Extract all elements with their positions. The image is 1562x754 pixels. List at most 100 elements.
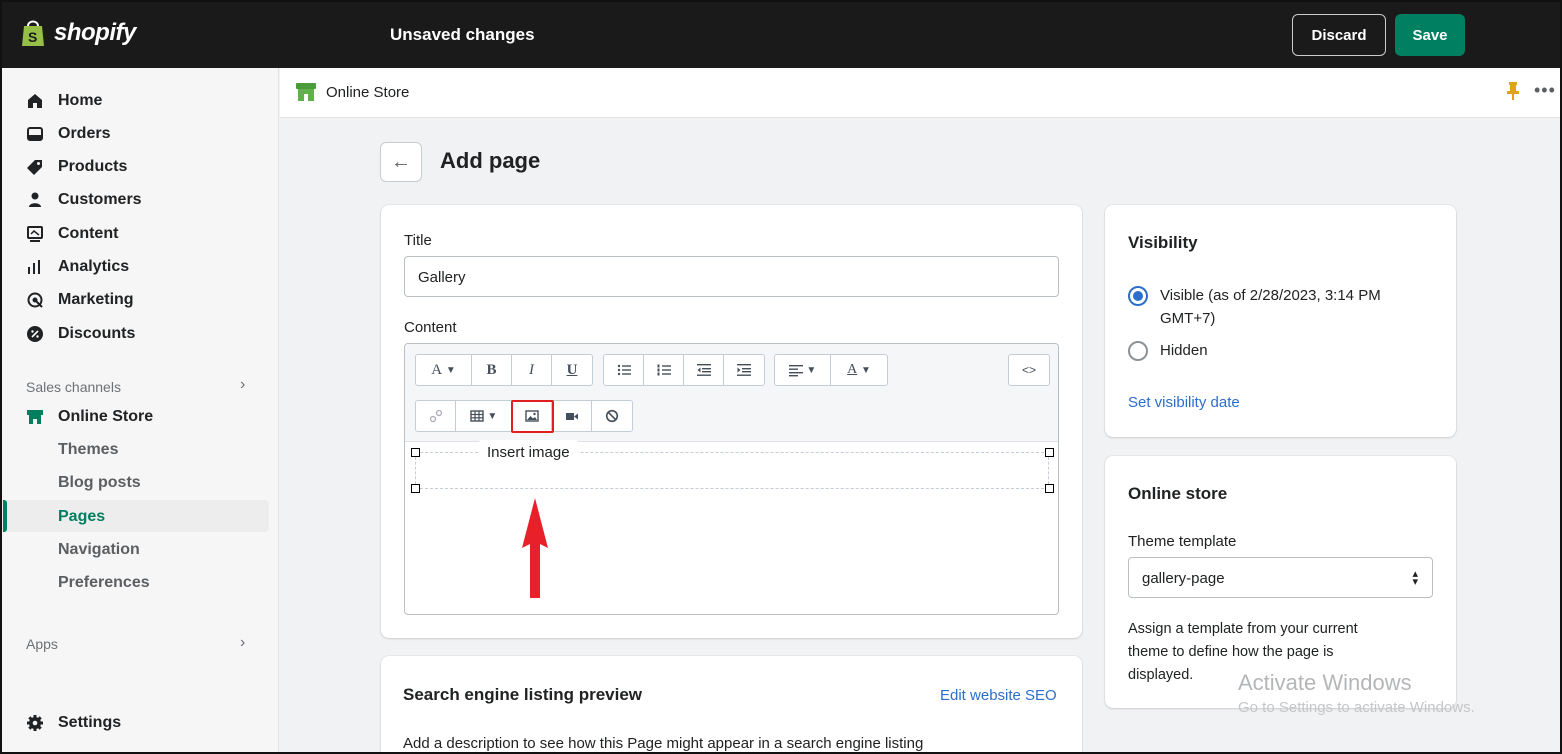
sidebar-item-home[interactable]: Home: [26, 92, 102, 110]
bulleted-list-button[interactable]: [604, 355, 644, 385]
red-arrow-annotation: [522, 498, 548, 598]
sidebar-item-products[interactable]: Products: [26, 158, 127, 176]
sidebar-subitem-blog-posts[interactable]: Blog posts: [58, 474, 141, 492]
target-icon: [27, 292, 43, 308]
insert-image-highlight: [511, 400, 554, 433]
chevron-right-icon[interactable]: ›: [240, 376, 245, 394]
align-left-icon: [788, 365, 803, 377]
template-help-line-2: theme to define how the page is: [1128, 644, 1334, 660]
sidebar-item-content[interactable]: Content: [26, 225, 118, 243]
sidebar-item-marketing[interactable]: Marketing: [26, 291, 134, 309]
editor-toolbar: A ▼ B I U ▼ A ▼ <> ▼: [405, 344, 1058, 442]
sidebar-subitem-navigation[interactable]: Navigation: [58, 541, 140, 559]
sidebar-item-customers[interactable]: Customers: [26, 191, 142, 209]
resize-handle[interactable]: [1045, 448, 1054, 457]
align-dropdown[interactable]: ▼: [775, 355, 831, 385]
arrow-left-icon: ←: [391, 150, 411, 173]
insert-table-dropdown[interactable]: ▼: [456, 401, 512, 431]
insert-video-button[interactable]: [552, 401, 592, 431]
shopify-bag-icon: S: [22, 20, 44, 46]
back-button[interactable]: ←: [380, 142, 422, 182]
font-style-dropdown[interactable]: A ▼: [416, 355, 472, 385]
sidebar-subitem-pages[interactable]: Pages: [58, 508, 105, 526]
online-store-icon: [296, 83, 316, 101]
title-input[interactable]: Gallery: [404, 256, 1059, 297]
seo-description: Add a description to see how this Page m…: [403, 735, 924, 752]
pin-icon[interactable]: [1506, 82, 1520, 100]
channel-title: Online Store: [326, 84, 410, 101]
apps-label: Apps: [26, 636, 58, 652]
more-actions-icon[interactable]: •••: [1534, 80, 1556, 101]
tag-icon: [27, 160, 42, 175]
table-icon: [469, 410, 484, 422]
resize-handle[interactable]: [1045, 484, 1054, 493]
online-store-heading: Online store: [1128, 484, 1228, 503]
activate-windows-title: Activate Windows: [1238, 670, 1412, 695]
edit-seo-link[interactable]: Edit website SEO: [940, 687, 1057, 704]
format-group: A ▼ B I U: [415, 354, 593, 386]
resize-handle[interactable]: [411, 448, 420, 457]
page-title: Add page: [440, 148, 541, 173]
sidebar-item-label: Products: [58, 158, 128, 175]
svg-text:S: S: [28, 29, 37, 45]
sidebar-item-online-store[interactable]: Online Store: [26, 408, 153, 426]
hidden-radio[interactable]: [1128, 341, 1148, 361]
theme-template-label: Theme template: [1128, 533, 1237, 550]
save-button[interactable]: Save: [1395, 14, 1465, 56]
sidebar-item-discounts[interactable]: Discounts: [26, 325, 135, 343]
orders-icon: [27, 127, 43, 141]
resize-handle[interactable]: [411, 484, 420, 493]
content-icon: [27, 226, 43, 242]
caret-down-icon: ▼: [860, 364, 871, 376]
list-group: [603, 354, 765, 386]
template-help-line-1: Assign a template from your current: [1128, 621, 1358, 637]
home-icon: [28, 94, 42, 108]
outdent-icon: [696, 364, 711, 376]
insert-image-tooltip: Insert image: [479, 440, 578, 465]
outdent-button[interactable]: [684, 355, 724, 385]
gear-icon: [27, 715, 43, 731]
sidebar-item-label: Online Store: [58, 408, 154, 425]
clear-formatting-icon: [605, 409, 619, 423]
html-group: <>: [1008, 354, 1050, 386]
shopify-logo[interactable]: S shopify: [20, 18, 136, 48]
discard-button[interactable]: Discard: [1292, 14, 1386, 56]
theme-template-select[interactable]: gallery-page ▴ ▾: [1128, 557, 1433, 598]
sidebar-subitem-preferences[interactable]: Preferences: [58, 574, 150, 592]
bar-chart-icon: [28, 260, 40, 274]
sidebar-item-analytics[interactable]: Analytics: [26, 258, 129, 276]
numbered-list-icon: [657, 364, 671, 376]
activate-windows-subtitle: Go to Settings to activate Windows.: [1238, 699, 1475, 716]
show-html-button[interactable]: <>: [1009, 355, 1049, 385]
italic-button[interactable]: I: [512, 355, 552, 385]
chevron-right-icon[interactable]: ›: [240, 634, 245, 652]
insert-link-button[interactable]: [416, 401, 456, 431]
sidebar-item-settings[interactable]: Settings: [26, 714, 121, 732]
sidebar: Home Orders Products Customers Content A…: [0, 68, 279, 754]
underline-button[interactable]: U: [552, 355, 592, 385]
caret-down-icon: ▼: [806, 364, 817, 376]
caret-down-icon: ▼: [445, 364, 456, 376]
visible-radio[interactable]: [1128, 286, 1148, 306]
align-color-group: ▼ A ▼: [774, 354, 888, 386]
set-visibility-date-link[interactable]: Set visibility date: [1128, 394, 1240, 411]
unsaved-changes-text: Unsaved changes: [390, 25, 535, 44]
text-color-dropdown[interactable]: A ▼: [831, 355, 887, 385]
select-arrows-icon: ▴ ▾: [1412, 568, 1418, 588]
rich-text-editor[interactable]: A ▼ B I U ▼ A ▼ <> ▼ Insert image: [404, 343, 1059, 615]
numbered-list-button[interactable]: [644, 355, 684, 385]
sidebar-item-label: Customers: [58, 191, 142, 208]
sidebar-item-orders[interactable]: Orders: [26, 125, 110, 143]
visible-label-line2: GMT+7): [1160, 310, 1216, 327]
active-item-indicator: [3, 500, 7, 532]
logo-text: shopify: [54, 19, 136, 46]
bold-button[interactable]: B: [472, 355, 512, 385]
indent-button[interactable]: [724, 355, 764, 385]
clear-formatting-button[interactable]: [592, 401, 632, 431]
title-label: Title: [404, 232, 432, 249]
sidebar-subitem-themes[interactable]: Themes: [58, 441, 118, 459]
video-icon: [565, 413, 578, 420]
sidebar-item-label: Home: [58, 92, 103, 109]
sidebar-item-label: Marketing: [58, 291, 134, 308]
seo-heading: Search engine listing preview: [403, 685, 643, 704]
